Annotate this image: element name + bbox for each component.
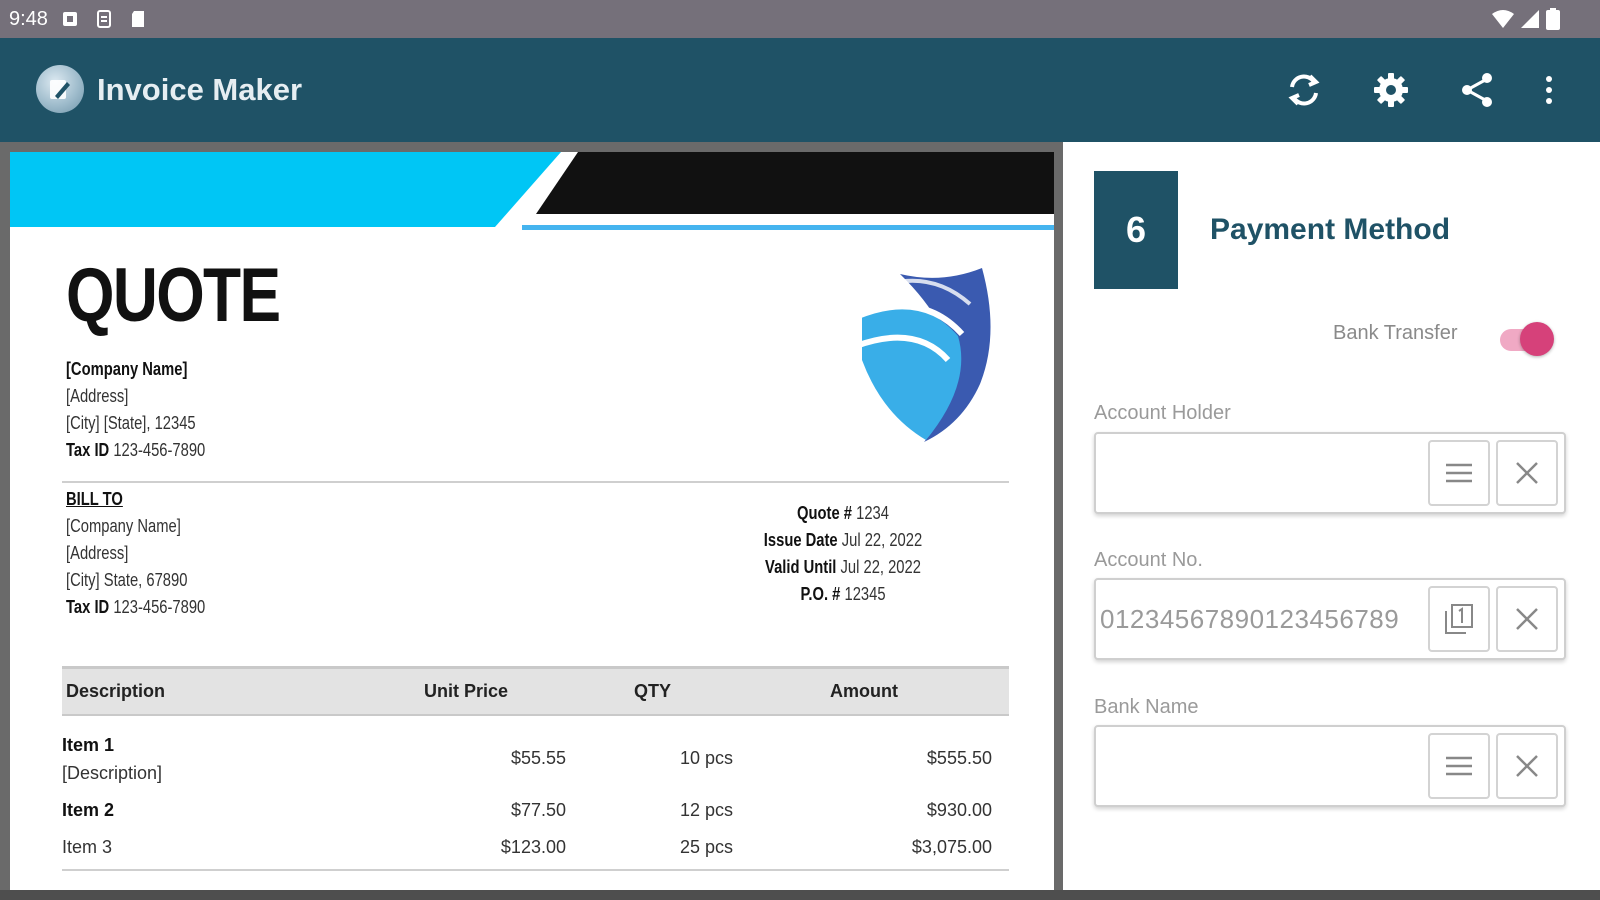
table-row-amount: $3,075.00 [911, 837, 992, 857]
quote-number-value: 1234 [856, 503, 889, 523]
table-row-amount: $930.00 [926, 800, 992, 820]
gear-icon [1374, 73, 1408, 107]
column-header-description: Description [66, 681, 166, 701]
quote-document: QUOTE [Company Name] [Address] [City] [S… [10, 152, 1054, 890]
close-icon [1516, 462, 1538, 484]
quote-meta-block: Quote # 1234 Issue Date Jul 22, 2022 Val… [749, 500, 938, 608]
sim-icon [97, 10, 111, 28]
bill-to-city: [City] State, 67890 [66, 570, 188, 590]
table-row-item-name: Item 1 [62, 735, 115, 755]
account-no-label: Account No. [1094, 549, 1203, 571]
table-row-item-name: Item 3 [62, 837, 113, 857]
counter-icon [1445, 604, 1473, 634]
app-title: Invoice Maker [97, 72, 303, 107]
items-table-header: Description Unit Price QTY Amount [62, 666, 1009, 716]
account-no-clear-button[interactable] [1496, 586, 1558, 652]
status-bar: 9:48 [0, 0, 1600, 38]
signal-icon [1521, 10, 1539, 28]
account-holder-clear-button[interactable] [1496, 440, 1558, 506]
account-no-counter-button[interactable] [1428, 586, 1490, 652]
table-row-item-name: Item 2 [62, 800, 115, 820]
table-bottom-rule [62, 869, 1009, 871]
valid-until-value: Jul 22, 2022 [840, 557, 921, 577]
table-row-price: $55.55 [510, 748, 566, 768]
account-no-field[interactable]: 01234567890123456789 [1094, 578, 1566, 660]
document-title: QUOTE [66, 253, 281, 338]
valid-until-label: Valid Until [765, 557, 837, 577]
document-header-banner [10, 152, 1054, 230]
close-icon [1516, 608, 1538, 630]
payment-method-panel: 6 Payment Method Bank Transfer Account H… [1063, 142, 1600, 890]
bill-to-address: [Address] [66, 543, 129, 563]
section-divider [62, 481, 1009, 483]
sd-card-icon [132, 11, 144, 27]
list-icon [1446, 463, 1472, 483]
bill-to-heading: BILL TO [66, 489, 123, 509]
account-holder-label: Account Holder [1094, 402, 1231, 424]
company-logo-shield [854, 268, 991, 442]
issue-date-label: Issue Date [763, 530, 838, 550]
toggle-knob [1520, 322, 1554, 356]
issue-date-value: Jul 22, 2022 [841, 530, 923, 550]
bank-transfer-label: Bank Transfer [1333, 322, 1458, 344]
bill-to-block: BILL TO [Company Name] [Address] [City] … [66, 486, 205, 621]
more-vert-icon [1546, 76, 1552, 104]
close-icon [1516, 755, 1538, 777]
status-time: 9:48 [9, 8, 48, 30]
battery-icon [1546, 8, 1560, 30]
table-row-qty: 10 pcs [680, 748, 734, 768]
table-row-price: $77.50 [510, 800, 566, 820]
sync-icon [1288, 74, 1320, 106]
bottom-strip [0, 890, 1600, 900]
column-header-amount: Amount [830, 681, 898, 701]
list-icon [1446, 756, 1472, 776]
table-row-qty: 12 pcs [680, 800, 734, 820]
bank-name-label: Bank Name [1094, 696, 1199, 718]
account-holder-field[interactable] [1094, 432, 1566, 514]
step-number-badge: 6 [1094, 171, 1178, 289]
bill-to-tax-value: 123-456-7890 [113, 597, 206, 617]
settings-button[interactable] [1367, 66, 1415, 114]
column-header-unit-price: Unit Price [424, 681, 509, 701]
notification-icon [63, 12, 77, 26]
table-row-qty: 25 pcs [680, 837, 734, 857]
from-company: [Company Name] [66, 359, 188, 379]
app-bar: Invoice Maker [0, 38, 1600, 142]
po-number-value: 12345 [844, 584, 886, 604]
from-tax-label: Tax ID [66, 440, 110, 460]
bill-to-tax-label: Tax ID [66, 597, 110, 617]
more-options-button[interactable] [1525, 66, 1573, 114]
bill-to-company: [Company Name] [66, 516, 181, 536]
document-preview[interactable]: QUOTE [Company Name] [Address] [City] [S… [0, 142, 1063, 890]
sync-button[interactable] [1280, 66, 1328, 114]
quote-number-label: Quote # [797, 503, 852, 523]
status-indicators [1492, 7, 1560, 31]
from-address: [Address] [66, 386, 129, 406]
table-row-price: $123.00 [500, 837, 566, 857]
app-logo-icon [36, 65, 84, 113]
from-address-block: [Company Name] [Address] [City] [State],… [66, 356, 205, 464]
table-row-item-desc: [Description] [62, 763, 163, 783]
column-header-qty: QTY [634, 681, 672, 701]
panel-title: Payment Method [1210, 213, 1451, 246]
from-city: [City] [State], 12345 [66, 413, 196, 433]
account-holder-list-button[interactable] [1428, 440, 1490, 506]
bank-name-list-button[interactable] [1428, 733, 1490, 799]
account-no-value: 01234567890123456789 [1100, 604, 1400, 634]
bank-name-field[interactable] [1094, 725, 1566, 807]
from-tax-value: 123-456-7890 [113, 440, 206, 460]
po-number-label: P.O. # [800, 584, 841, 604]
wifi-icon [1492, 10, 1514, 28]
table-row-amount: $555.50 [926, 748, 992, 768]
share-icon [1462, 73, 1492, 107]
share-button[interactable] [1453, 66, 1501, 114]
bank-name-clear-button[interactable] [1496, 733, 1558, 799]
